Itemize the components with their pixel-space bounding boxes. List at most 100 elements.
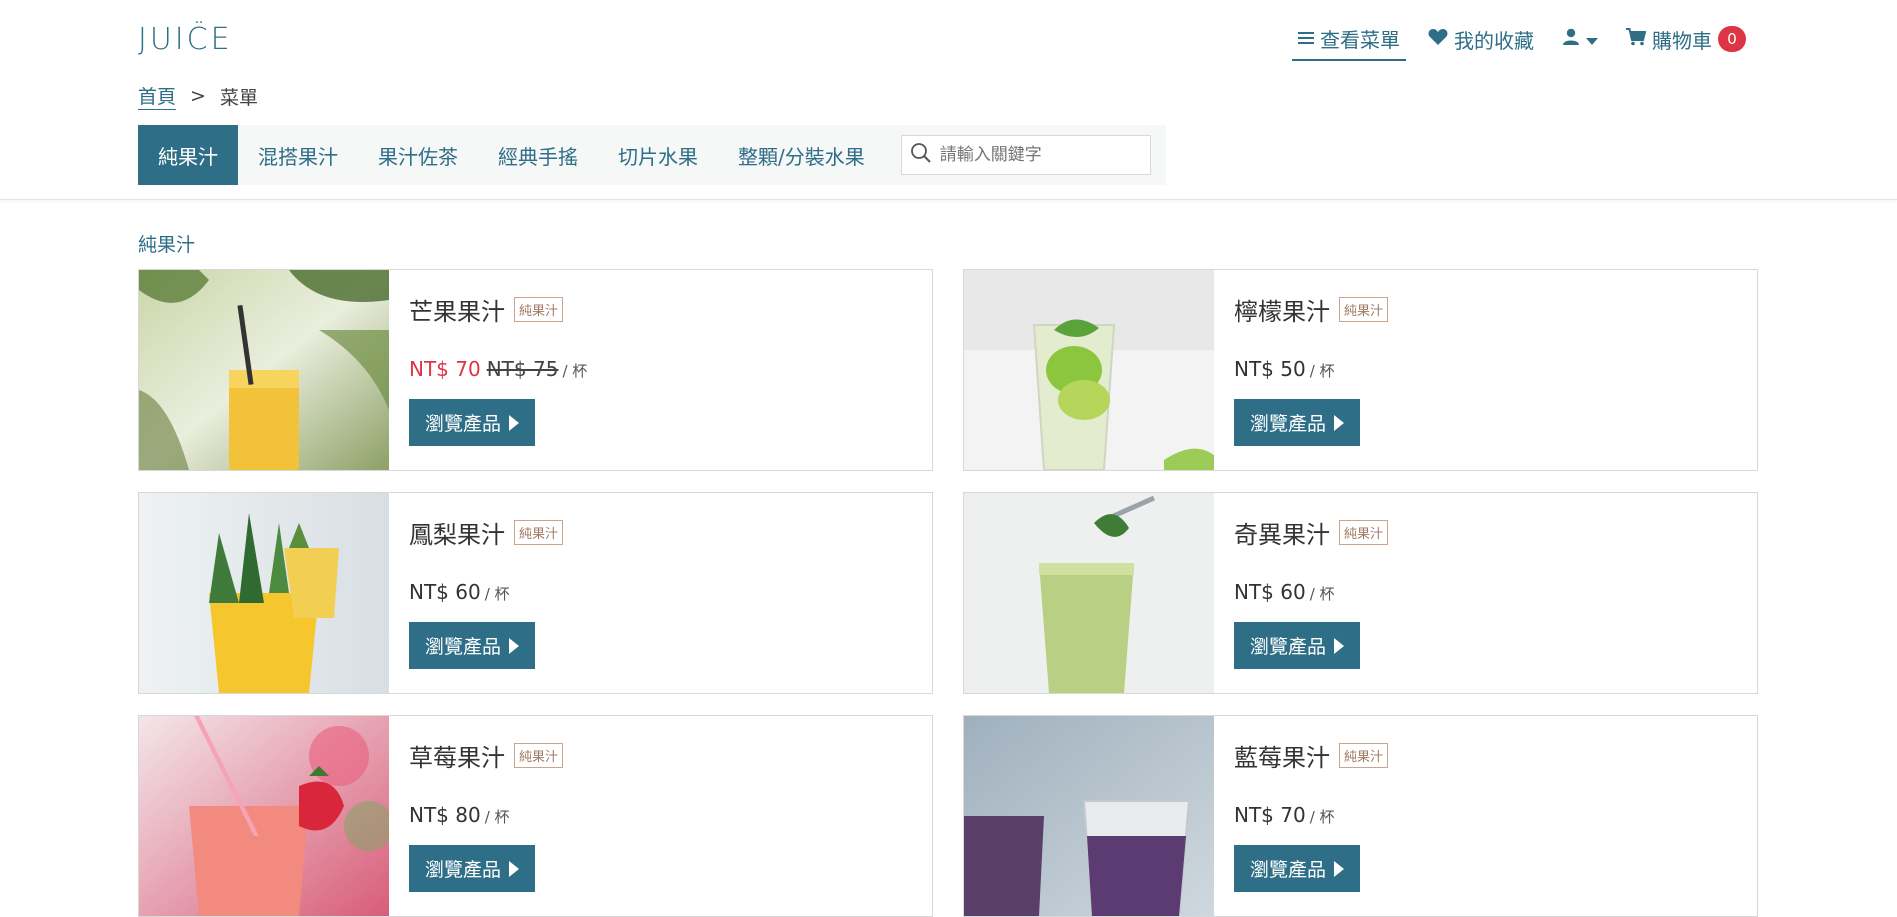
price-unit: / 杯	[1309, 362, 1335, 380]
price: NT$ 60	[1234, 580, 1306, 604]
tab-juice-tea[interactable]: 果汁佐茶	[358, 125, 478, 185]
product-name: 鳳梨果汁	[409, 521, 505, 549]
product-image-pineapple-juice[interactable]	[139, 493, 389, 693]
original-price: NT$ 75	[486, 357, 559, 381]
breadcrumb-current: 菜單	[219, 86, 258, 109]
play-arrow-icon	[509, 637, 520, 654]
product-category-tag: 純果汁	[514, 520, 564, 545]
price-unit: / 杯	[1309, 585, 1335, 603]
product-category-tag: 純果汁	[514, 297, 564, 322]
logo[interactable]: JUIC̈E	[138, 22, 233, 57]
product-info: 藍莓果汁 純果汁 NT$ 70 / 杯 瀏覽產品	[1214, 716, 1757, 916]
product-info: 奇異果汁 純果汁 NT$ 60 / 杯 瀏覽產品	[1214, 493, 1757, 693]
price-unit: / 杯	[484, 585, 510, 603]
search-box	[900, 135, 1151, 175]
product-card: 鳳梨果汁 純果汁 NT$ 60 / 杯 瀏覽產品	[138, 492, 933, 694]
header: JUIC̈E 查看菜單 我的收藏 購物車 0 首頁 > 菜單 純果汁 混搭果汁 …	[0, 0, 1897, 200]
tab-whole-fruit[interactable]: 整顆/分裝水果	[718, 125, 885, 185]
product-card: 奇異果汁 純果汁 NT$ 60 / 杯 瀏覽產品	[963, 492, 1758, 694]
product-name: 奇異果汁	[1234, 521, 1330, 549]
view-product-label: 瀏覽產品	[1250, 413, 1327, 435]
nav-favorites-label: 我的收藏	[1454, 28, 1534, 53]
nav-cart-label: 購物車	[1652, 28, 1712, 53]
nav-menu-label: 查看菜單	[1320, 27, 1400, 52]
view-product-button[interactable]: 瀏覽產品	[1234, 845, 1361, 892]
view-product-button[interactable]: 瀏覽產品	[409, 399, 536, 446]
view-product-button[interactable]: 瀏覽產品	[1234, 622, 1361, 669]
list-icon	[1298, 26, 1314, 50]
price: NT$ 70	[1234, 803, 1306, 827]
view-product-button[interactable]: 瀏覽產品	[1234, 399, 1361, 446]
product-category-tag: 純果汁	[1339, 520, 1389, 545]
price-row: NT$ 60 / 杯	[409, 580, 912, 604]
category-tabs: 純果汁 混搭果汁 果汁佐茶 經典手搖 切片水果 整顆/分裝水果	[138, 125, 1166, 185]
price-row: NT$ 60 / 杯	[1234, 580, 1737, 604]
product-card: 草莓果汁 純果汁 NT$ 80 / 杯 瀏覽產品	[138, 715, 933, 917]
product-name-row: 芒果果汁 純果汁	[409, 292, 912, 327]
section-title: 純果汁	[138, 234, 196, 256]
price-row: NT$ 80 / 杯	[409, 803, 912, 827]
nav-cart[interactable]: 購物車 0	[1620, 17, 1752, 61]
cart-icon	[1626, 27, 1647, 51]
price-unit: / 杯	[1309, 808, 1335, 826]
product-image-strawberry-juice[interactable]	[139, 716, 389, 916]
view-product-label: 瀏覽產品	[425, 636, 502, 658]
view-product-button[interactable]: 瀏覽產品	[409, 845, 536, 892]
product-info: 草莓果汁 純果汁 NT$ 80 / 杯 瀏覽產品	[389, 716, 932, 916]
product-image-mango-juice[interactable]	[139, 270, 389, 470]
search-input[interactable]	[939, 145, 1140, 165]
price: NT$ 50	[1234, 357, 1306, 381]
product-category-tag: 純果汁	[514, 743, 564, 768]
product-image-blueberry-juice[interactable]	[964, 716, 1214, 916]
product-name-row: 草莓果汁 純果汁	[409, 738, 912, 773]
search-icon[interactable]	[910, 142, 932, 168]
cart-count-badge: 0	[1718, 26, 1746, 52]
nav-account[interactable]	[1556, 17, 1604, 61]
price-row: NT$ 50 / 杯	[1234, 357, 1737, 381]
view-product-label: 瀏覽產品	[1250, 859, 1327, 881]
breadcrumb-home-link[interactable]: 首頁	[138, 82, 177, 110]
product-image-lemon-juice[interactable]	[964, 270, 1214, 470]
caret-down-icon	[1586, 27, 1598, 51]
product-name-row: 鳳梨果汁 純果汁	[409, 515, 912, 550]
product-name-row: 檸檬果汁 純果汁	[1234, 292, 1737, 327]
price-unit: / 杯	[562, 362, 588, 380]
product-name: 藍莓果汁	[1234, 744, 1330, 772]
main-nav: 查看菜單 我的收藏 購物車 0	[1276, 17, 1752, 61]
play-arrow-icon	[1334, 414, 1345, 431]
view-product-label: 瀏覽產品	[425, 859, 502, 881]
breadcrumb: 首頁 > 菜單	[138, 82, 258, 110]
tab-mixed-juice[interactable]: 混搭果汁	[238, 125, 358, 185]
view-product-label: 瀏覽產品	[1250, 636, 1327, 658]
product-name: 芒果果汁	[409, 298, 505, 326]
play-arrow-icon	[509, 414, 520, 431]
price-row: NT$ 70 NT$ 75 / 杯	[409, 357, 912, 381]
price-row: NT$ 70 / 杯	[1234, 803, 1737, 827]
product-image-kiwi-juice[interactable]	[964, 493, 1214, 693]
user-icon	[1562, 27, 1580, 51]
product-card: 芒果果汁 純果汁 NT$ 70 NT$ 75 / 杯 瀏覽產品	[138, 269, 933, 471]
view-product-button[interactable]: 瀏覽產品	[409, 622, 536, 669]
price: NT$ 60	[409, 580, 481, 604]
price: NT$ 80	[409, 803, 481, 827]
heart-icon	[1428, 27, 1448, 51]
nav-favorites[interactable]: 我的收藏	[1422, 17, 1540, 61]
nav-menu[interactable]: 查看菜單	[1292, 17, 1406, 61]
breadcrumb-separator: >	[190, 85, 206, 107]
product-info: 鳳梨果汁 純果汁 NT$ 60 / 杯 瀏覽產品	[389, 493, 932, 693]
product-category-tag: 純果汁	[1339, 743, 1389, 768]
price-unit: / 杯	[484, 808, 510, 826]
play-arrow-icon	[509, 860, 520, 877]
play-arrow-icon	[1334, 637, 1345, 654]
tab-classic-drinks[interactable]: 經典手搖	[478, 125, 598, 185]
product-name: 草莓果汁	[409, 744, 505, 772]
product-name: 檸檬果汁	[1234, 298, 1330, 326]
sale-price: NT$ 70	[409, 357, 481, 381]
tab-sliced-fruit[interactable]: 切片水果	[598, 125, 718, 185]
product-info: 芒果果汁 純果汁 NT$ 70 NT$ 75 / 杯 瀏覽產品	[389, 270, 932, 470]
view-product-label: 瀏覽產品	[425, 413, 502, 435]
product-card: 藍莓果汁 純果汁 NT$ 70 / 杯 瀏覽產品	[963, 715, 1758, 917]
product-category-tag: 純果汁	[1339, 297, 1389, 322]
product-name-row: 藍莓果汁 純果汁	[1234, 738, 1737, 773]
tab-pure-juice[interactable]: 純果汁	[138, 125, 238, 185]
